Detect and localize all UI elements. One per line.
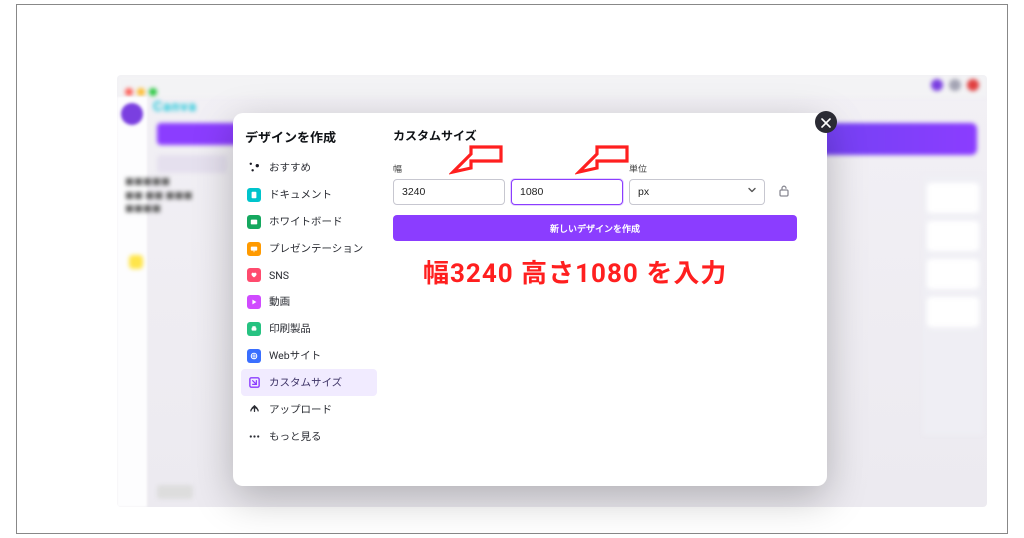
close-button[interactable] — [815, 111, 837, 133]
sidebar-item-label: アップロード — [269, 402, 332, 417]
print-icon — [247, 322, 261, 336]
sidebar-item-whiteboard[interactable]: ホワイトボード — [241, 208, 377, 235]
primary-button-label: 新しいデザインを作成 — [550, 222, 640, 235]
sidebar-item-label: もっと見る — [269, 429, 322, 444]
sidebar-item-document[interactable]: ドキュメント — [241, 181, 377, 208]
document-frame: Canva ■■■■■■■ ■■ ■■■■■■■ デザインを作成 おすすめ — [16, 4, 1008, 534]
sidebar-item-label: おすすめ — [269, 160, 311, 175]
width-field: 幅 — [393, 162, 505, 205]
sidebar-item-upload[interactable]: アップロード — [241, 396, 377, 423]
sidebar-item-video[interactable]: 動画 — [241, 288, 377, 315]
create-design-button[interactable]: 新しいデザインを作成 — [393, 215, 797, 241]
website-icon — [247, 349, 261, 363]
sidebar-item-label: Webサイト — [269, 348, 321, 363]
close-icon — [821, 113, 831, 132]
sidebar-item-print[interactable]: 印刷製品 — [241, 315, 377, 342]
create-design-modal: デザインを作成 おすすめ ドキュメント ホワイトボード — [233, 113, 827, 486]
content-title: カスタムサイズ — [393, 127, 797, 144]
sidebar-item-customsize[interactable]: カスタムサイズ — [241, 369, 377, 396]
sparkle-icon — [247, 161, 261, 175]
sidebar-item-label: 動画 — [269, 294, 290, 309]
sidebar-item-sns[interactable]: SNS — [241, 262, 377, 288]
sidebar-item-website[interactable]: Webサイト — [241, 342, 377, 369]
brand-logo: Canva — [153, 99, 197, 115]
whiteboard-icon — [247, 215, 261, 229]
size-input-row: 幅 単位 — [393, 162, 797, 205]
modal-title: デザインを作成 — [241, 127, 377, 154]
sidebar-item-label: ホワイトボード — [269, 214, 343, 229]
lock-open-icon — [777, 183, 791, 202]
more-icon — [247, 430, 261, 444]
unit-field: 単位 — [629, 162, 765, 205]
presentation-icon — [247, 242, 261, 256]
unit-select[interactable] — [629, 179, 765, 205]
width-label: 幅 — [393, 162, 505, 175]
sidebar-item-label: カスタムサイズ — [269, 375, 342, 390]
height-input[interactable] — [511, 179, 623, 205]
sidebar-item-label: 印刷製品 — [269, 321, 311, 336]
unit-label: 単位 — [629, 162, 765, 175]
modal-content: カスタムサイズ 幅 単位 — [385, 113, 827, 486]
document-icon — [247, 188, 261, 202]
sidebar-item-label: ドキュメント — [269, 187, 332, 202]
sidebar-item-presentation[interactable]: プレゼンテーション — [241, 235, 377, 262]
upload-icon — [247, 403, 261, 417]
video-icon — [247, 295, 261, 309]
sidebar-item-label: プレゼンテーション — [269, 241, 363, 256]
sidebar-item-recommend[interactable]: おすすめ — [241, 154, 377, 181]
width-input[interactable] — [393, 179, 505, 205]
lock-aspect-button[interactable] — [771, 179, 797, 205]
customsize-icon — [247, 376, 261, 390]
modal-sidebar: デザインを作成 おすすめ ドキュメント ホワイトボード — [233, 113, 385, 486]
sidebar-item-more[interactable]: もっと見る — [241, 423, 377, 450]
sns-icon — [247, 268, 261, 282]
sidebar-item-label: SNS — [269, 269, 289, 282]
height-field — [511, 175, 623, 205]
